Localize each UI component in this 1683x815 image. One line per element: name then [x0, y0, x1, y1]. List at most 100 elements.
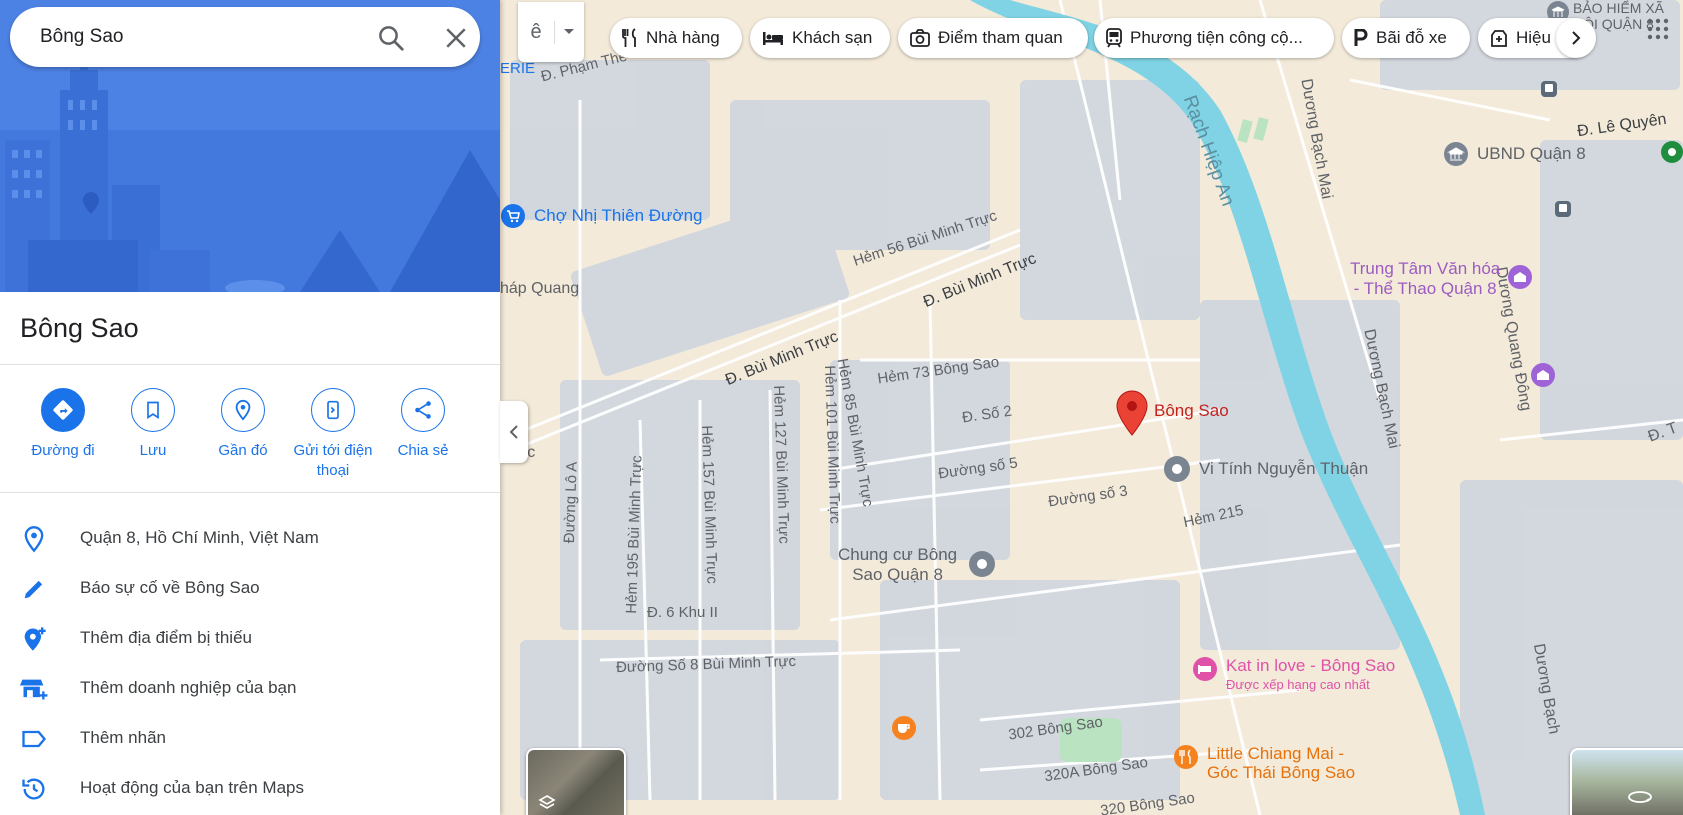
add-location-icon — [24, 627, 46, 651]
maps-activity-row[interactable]: Hoạt động của bạn trên Maps — [0, 763, 500, 813]
close-icon — [446, 28, 466, 48]
chip-label: Điểm tham quan — [938, 28, 1063, 47]
send-to-phone-button[interactable]: Gửi tới điện thoại — [283, 388, 383, 481]
add-missing-place-row[interactable]: Thêm địa điểm bị thiếu — [0, 613, 500, 663]
restaurant-icon — [622, 28, 636, 47]
place-marker-icon[interactable] — [968, 550, 996, 578]
add-label-text: Thêm nhãn — [80, 728, 166, 747]
clear-search-button[interactable] — [441, 23, 471, 53]
address-text: Quận 8, Hồ Chí Minh, Việt Nam — [80, 528, 319, 547]
add-business-text: Thêm doanh nghiệp của bạn — [80, 678, 297, 697]
poi-label: Góc Thái Bông Sao — [1207, 763, 1356, 782]
share-button[interactable]: Chia sẻ — [373, 388, 473, 461]
map-label-phap-quang: háp Quang — [500, 280, 580, 297]
edit-pencil-icon — [24, 580, 43, 599]
divider — [0, 492, 500, 493]
map-canvas[interactable]: ERIE Đ. Phạm Thế Rạch Hiệp An Dương Bạch… — [500, 0, 1683, 815]
add-business-icon — [20, 679, 48, 700]
history-icon — [22, 778, 45, 800]
poi-kat-in-love[interactable]: Kat in love - Bông Sao Được xếp hạng cao… — [1192, 656, 1395, 694]
cafe-icon[interactable] — [891, 715, 917, 741]
poi-chung-cu[interactable]: Chung cư Bông Sao Quận 8 — [838, 545, 957, 585]
poi-ubnd[interactable]: UBND Quận 8 — [1443, 141, 1586, 167]
send-to-phone-icon — [327, 400, 339, 420]
poi-vi-tinh[interactable]: Vi Tính Nguyễn Thuận — [1163, 455, 1368, 483]
layers-button[interactable] — [526, 748, 626, 815]
place-marker-icon — [1164, 456, 1190, 482]
poi-label: Sao Quận 8 — [852, 565, 943, 584]
directions-button[interactable]: Đường đi — [13, 388, 113, 461]
poi-trung-tam-van-hoa[interactable]: Trung Tâm Văn hóa - Thể Thao Quận 8 — [1350, 259, 1500, 299]
poi-label: Little Chiang Mai - — [1207, 744, 1345, 763]
search-input[interactable]: Bông Sao — [40, 26, 123, 48]
chevron-left-icon — [509, 425, 518, 439]
map-label-erie: ERIE — [500, 60, 536, 77]
poi-label: Vi Tính Nguyễn Thuận — [1199, 459, 1369, 478]
address-row[interactable]: Quận 8, Hồ Chí Minh, Việt Nam — [0, 513, 500, 563]
government-building-icon — [1444, 142, 1468, 166]
save-label: Lưu — [139, 442, 167, 459]
poi-label: UBND Quận 8 — [1477, 144, 1586, 163]
bus-stop-icon[interactable] — [1540, 80, 1558, 98]
360-rotate-icon — [1628, 791, 1652, 803]
search-box[interactable]: Bông Sao — [10, 7, 480, 67]
save-button[interactable]: Lưu — [103, 388, 203, 461]
park-marker-icon[interactable] — [1660, 140, 1683, 164]
chip-label: Phương tiện công cộ... — [1130, 28, 1303, 47]
collapse-panel-button[interactable] — [500, 401, 528, 463]
pin-label: Bông Sao — [1154, 401, 1229, 420]
send-to-phone-label: Gửi tới điện thoại — [293, 442, 373, 479]
transit-icon — [1106, 28, 1122, 48]
poi-little-chiang-mai[interactable]: Little Chiang Mai - Góc Thái Bông Sao — [1173, 744, 1355, 782]
selected-place-pin-icon[interactable] — [1115, 390, 1149, 436]
map-label-duong-lo-a: Đường Lô A — [560, 461, 581, 544]
apps-grid-icon[interactable] — [1647, 18, 1669, 40]
camera-icon — [910, 29, 930, 47]
shopping-cart-icon — [501, 204, 525, 228]
location-pin-icon — [24, 526, 44, 553]
input-tools-button[interactable]: ê — [518, 2, 584, 62]
add-business-row[interactable]: Thêm doanh nghiệp của bạn — [0, 663, 500, 713]
add-label-row[interactable]: Thêm nhãn — [0, 713, 500, 763]
share-icon — [415, 401, 431, 419]
directions-icon — [53, 400, 73, 420]
map-base — [500, 0, 1683, 815]
theater-icon[interactable] — [1507, 264, 1533, 290]
report-issue-text: Báo sự cố về Bông Sao — [80, 578, 260, 597]
street-view-thumbnail[interactable] — [1570, 748, 1683, 815]
input-tool-label: ê — [518, 20, 555, 44]
search-button[interactable] — [376, 23, 406, 53]
chip-label: Hiệu — [1516, 28, 1551, 47]
chevron-down-icon — [564, 29, 574, 34]
bus-stop-icon[interactable] — [1554, 200, 1572, 218]
parking-icon — [1354, 29, 1368, 46]
hotel-icon — [763, 32, 783, 45]
pharmacy-icon — [1491, 30, 1507, 47]
directions-label: Đường đi — [31, 442, 95, 459]
poi-label: Chợ Nhị Thiên Đường — [534, 206, 703, 225]
report-issue-row[interactable]: Báo sự cố về Bông Sao — [0, 563, 500, 613]
divider — [0, 364, 500, 365]
chip-restaurants[interactable]: Nhà hàng — [610, 18, 742, 58]
poi-label: Trung Tâm Văn hóa — [1350, 259, 1501, 278]
poi-cho-nhi-thien-duong[interactable]: Chợ Nhị Thiên Đường — [500, 203, 703, 229]
chip-label: Khách sạn — [792, 28, 873, 47]
chip-transit[interactable]: Phương tiện công cộ... — [1094, 18, 1334, 58]
place-title: Bông Sao — [20, 313, 139, 343]
chips-scroll-next-button[interactable] — [1556, 18, 1596, 58]
poi-label: Chung cư Bông — [838, 545, 958, 564]
nearby-button[interactable]: Gần đó — [193, 388, 293, 461]
search-icon — [379, 26, 404, 51]
map-label-bao-hiem: BẢO HIỂM XÃ — [1573, 0, 1665, 16]
chip-parking[interactable]: Bãi đỗ xe — [1342, 18, 1470, 58]
chip-attractions[interactable]: Điểm tham quan — [898, 18, 1088, 58]
chip-label: Nhà hàng — [646, 28, 720, 47]
maps-activity-text: Hoạt động của bạn trên Maps — [80, 778, 304, 797]
map-label-d6-khu-ii: Đ. 6 Khu II — [647, 604, 718, 621]
chip-hotels[interactable]: Khách sạn — [750, 18, 890, 58]
nearby-icon — [235, 399, 251, 421]
share-label: Chia sẻ — [397, 442, 449, 459]
label-icon — [22, 730, 47, 748]
theater-icon[interactable] — [1530, 362, 1556, 388]
layers-icon — [538, 795, 556, 809]
